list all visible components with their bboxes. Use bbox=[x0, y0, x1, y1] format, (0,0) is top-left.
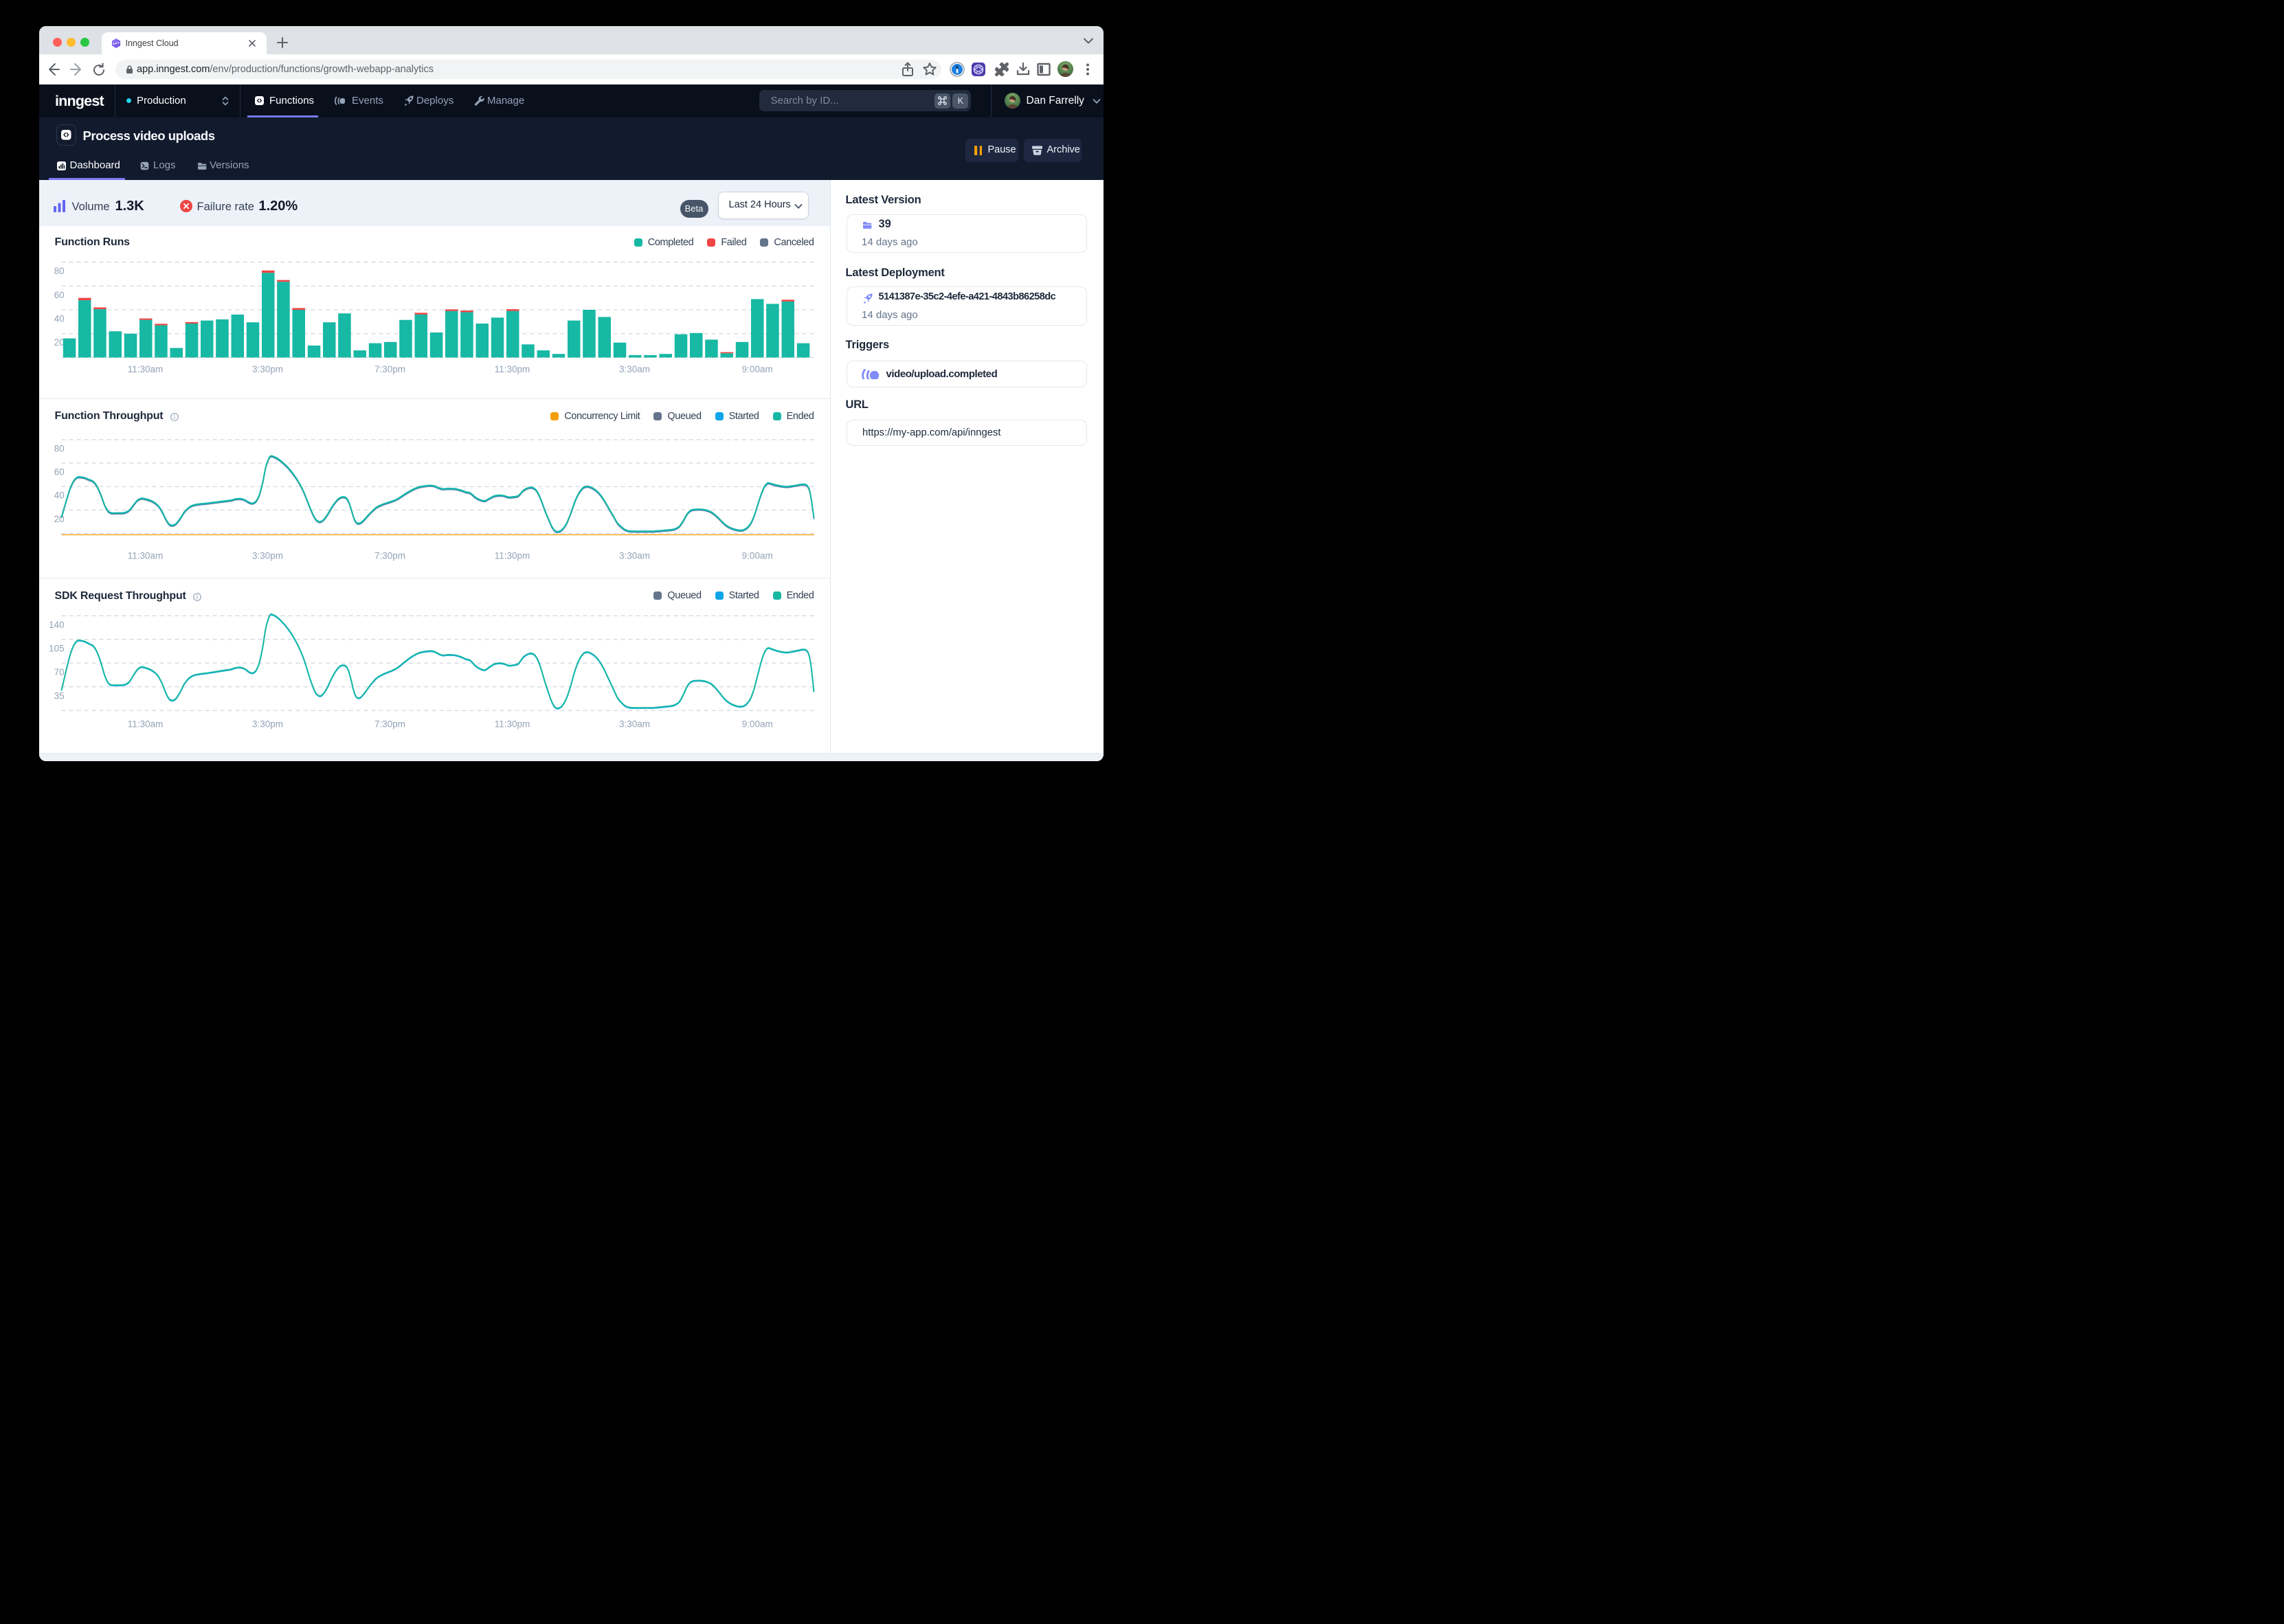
svg-text:20: 20 bbox=[54, 337, 64, 348]
svg-text:11:30pm: 11:30pm bbox=[494, 551, 530, 561]
svg-text:11:30am: 11:30am bbox=[127, 551, 163, 561]
svg-text:40: 40 bbox=[54, 314, 64, 324]
svg-text:40: 40 bbox=[54, 490, 64, 501]
svg-text:3:30am: 3:30am bbox=[618, 551, 649, 561]
svg-text:80: 80 bbox=[54, 266, 64, 276]
svg-text:60: 60 bbox=[54, 467, 64, 477]
svg-text:7:30pm: 7:30pm bbox=[374, 364, 405, 374]
svg-text:140: 140 bbox=[49, 620, 65, 630]
svg-text:3:30am: 3:30am bbox=[618, 364, 649, 374]
svg-text:3:30pm: 3:30pm bbox=[251, 364, 282, 374]
svg-text:9:00am: 9:00am bbox=[741, 364, 772, 374]
svg-text:11:30pm: 11:30pm bbox=[494, 364, 530, 374]
svg-text:7:30pm: 7:30pm bbox=[374, 719, 405, 730]
svg-text:11:30am: 11:30am bbox=[127, 364, 163, 374]
svg-text:3:30pm: 3:30pm bbox=[251, 719, 282, 730]
svg-text:11:30am: 11:30am bbox=[127, 719, 163, 730]
svg-text:60: 60 bbox=[54, 290, 64, 300]
svg-text:80: 80 bbox=[54, 444, 64, 454]
svg-text:105: 105 bbox=[49, 644, 65, 654]
svg-text:3:30pm: 3:30pm bbox=[251, 551, 282, 561]
svg-text:7:30pm: 7:30pm bbox=[374, 551, 405, 561]
svg-text:9:00am: 9:00am bbox=[741, 551, 772, 561]
svg-text:9:00am: 9:00am bbox=[741, 719, 772, 730]
svg-text:11:30pm: 11:30pm bbox=[494, 719, 530, 730]
svg-text:35: 35 bbox=[54, 691, 64, 701]
svg-text:70: 70 bbox=[54, 667, 64, 677]
svg-text:3:30am: 3:30am bbox=[618, 719, 649, 730]
